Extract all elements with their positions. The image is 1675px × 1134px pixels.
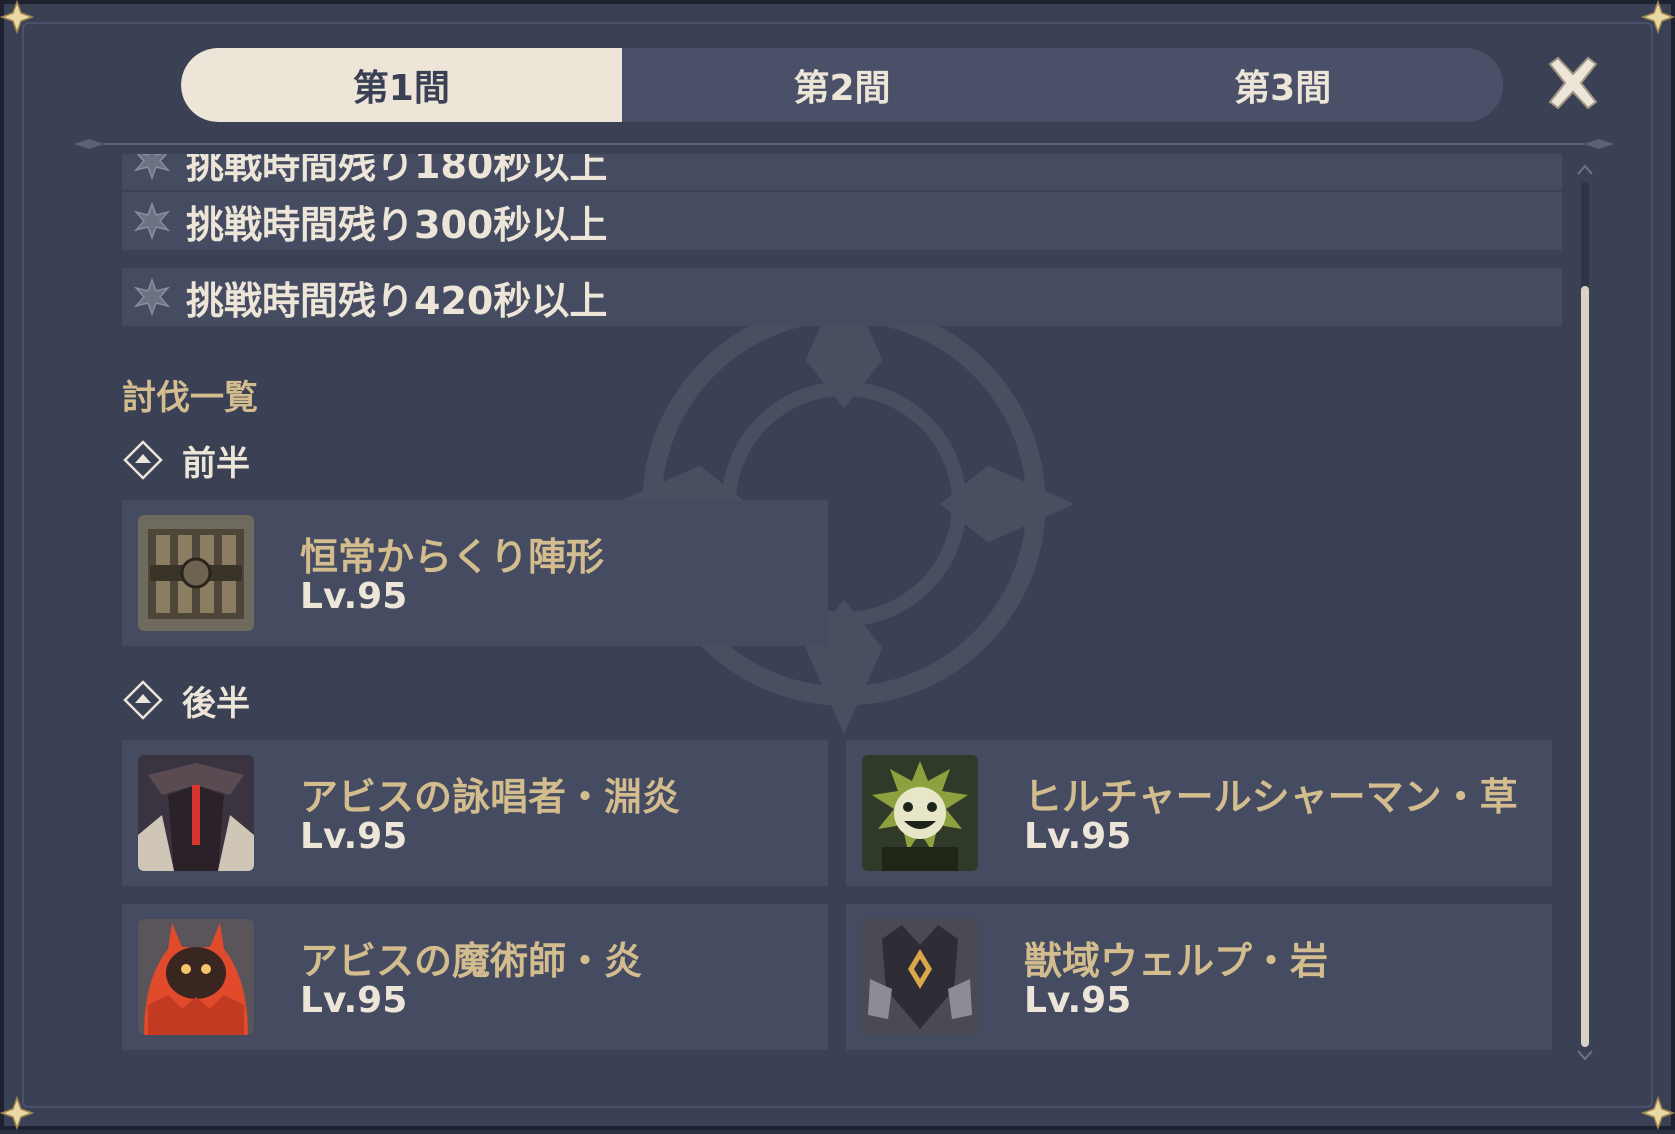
- enemy-level: Lv.95: [300, 576, 408, 617]
- enemy-level: Lv.95: [300, 980, 408, 1021]
- tab-floor-2[interactable]: 第2間: [622, 48, 1063, 122]
- enemy-level: Lv.95: [300, 816, 408, 857]
- condition-row: 挑戦時間残り300秒以上: [122, 192, 1562, 250]
- enemy-name: ヒルチャールシャーマン・草: [1024, 775, 1518, 819]
- rifthound-whelp-portrait: [862, 919, 978, 1035]
- condition-text: 挑戦時間残り300秒以上: [186, 202, 608, 247]
- scroll-content[interactable]: 挑戦時間残り180秒以上 挑戦時間残り300秒以上 挑戦時間残り420秒以上 討…: [122, 154, 1562, 1064]
- star-icon: [132, 277, 172, 317]
- enemy-name: 恒常からくり陣形: [300, 535, 605, 579]
- enemy-card[interactable]: 恒常からくり陣形 Lv.95: [122, 500, 828, 646]
- condition-text: 挑戦時間残り180秒以上: [186, 154, 608, 187]
- corner-ornament-icon: [1640, 1095, 1675, 1131]
- enemy-card[interactable]: ヒルチャールシャーマン・草 Lv.95: [846, 740, 1552, 886]
- tab-floor-1[interactable]: 第1間: [181, 48, 622, 122]
- enemy-level: Lv.95: [1024, 816, 1132, 857]
- enemy-card[interactable]: アビスの詠唱者・淵炎 Lv.95: [122, 740, 828, 886]
- abyss-mage-portrait: [138, 919, 254, 1035]
- corner-ornament-icon: [0, 0, 35, 35]
- enemy-name: アビスの魔術師・炎: [300, 939, 643, 983]
- header-divider: [74, 136, 1614, 150]
- ruin-machine-formation-portrait: [138, 515, 254, 631]
- scrollbar-thumb[interactable]: [1581, 286, 1589, 1047]
- enemy-name: 獣域ウェルプ・岩: [1024, 939, 1329, 983]
- abyss-lector-portrait: [138, 755, 254, 871]
- condition-row: 挑戦時間残り420秒以上: [122, 268, 1562, 326]
- first-half-label: 前半: [122, 438, 250, 484]
- challenge-panel: 第1間 第2間 第3間 挑戦時間残り180秒以上 挑戦時間残り300秒以上 挑戦…: [0, 0, 1675, 1131]
- close-button[interactable]: [1544, 54, 1602, 112]
- condition-text: 挑戦時間残り420秒以上: [186, 278, 608, 323]
- condition-row: 挑戦時間残り180秒以上: [122, 154, 1562, 190]
- diamond-arrow-icon: [122, 439, 164, 481]
- diamond-arrow-icon: [122, 679, 164, 721]
- second-half-label: 後半: [122, 678, 250, 724]
- tab-floor-3[interactable]: 第3間: [1062, 48, 1503, 122]
- enemy-list-title: 討伐一覧: [122, 378, 258, 418]
- corner-ornament-icon: [0, 1095, 35, 1131]
- scroll-up-icon[interactable]: [1576, 162, 1594, 176]
- floor-tabs: 第1間 第2間 第3間: [181, 48, 1503, 122]
- enemy-name: アビスの詠唱者・淵炎: [300, 775, 681, 819]
- enemy-card[interactable]: 獣域ウェルプ・岩 Lv.95: [846, 904, 1552, 1050]
- star-icon: [132, 201, 172, 241]
- enemy-card[interactable]: アビスの魔術師・炎 Lv.95: [122, 904, 828, 1050]
- scroll-down-icon[interactable]: [1576, 1049, 1594, 1063]
- close-icon: [1548, 56, 1598, 110]
- enemy-level: Lv.95: [1024, 980, 1132, 1021]
- corner-ornament-icon: [1640, 0, 1675, 35]
- star-icon: [132, 154, 172, 181]
- hilichurl-shaman-portrait: [862, 755, 978, 871]
